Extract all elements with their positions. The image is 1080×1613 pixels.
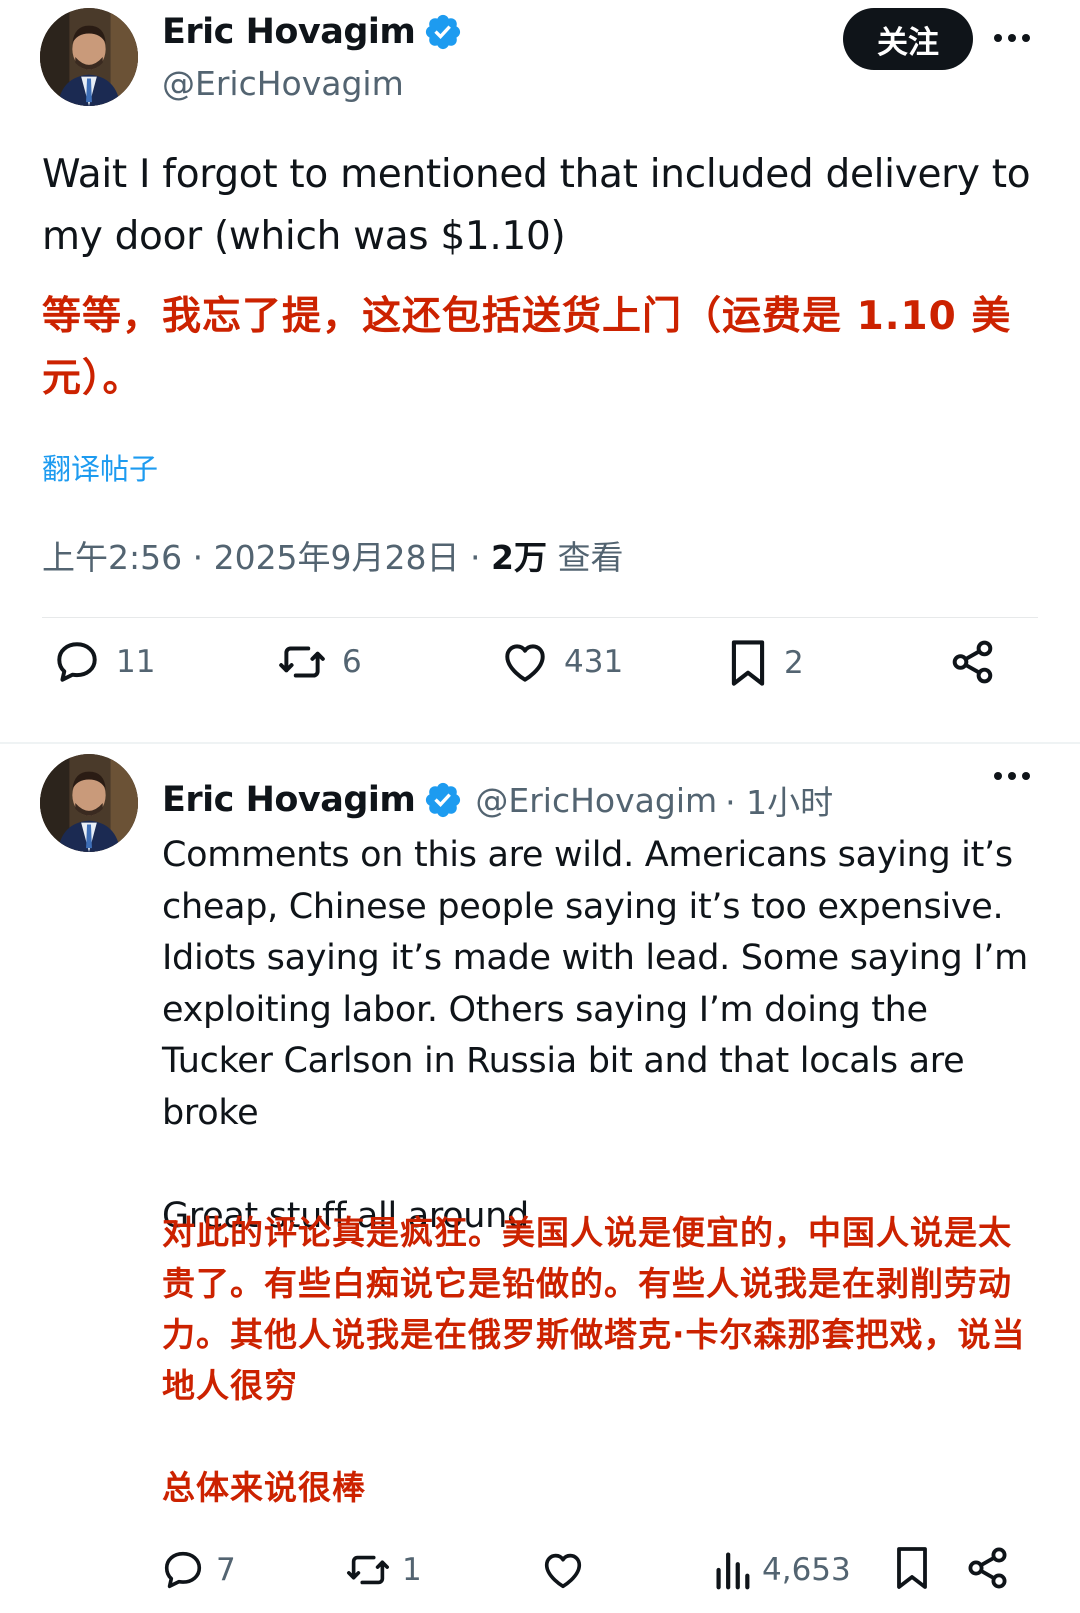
reply-repost-button[interactable]: 1 (344, 1547, 422, 1593)
reply-header: Eric Hovagim @EricHovagim · 1小时 (162, 776, 833, 824)
tweet-meta: 上午2:56 · 2025年9月28日 · 2万 查看 (42, 531, 623, 579)
reply-time-ago[interactable]: · 1小时 (725, 776, 833, 824)
divider (0, 742, 1080, 744)
heart-icon (505, 644, 545, 682)
reply-translation-text: 对此的评论真是疯狂。美国人说是便宜的，中国人说是太贵了。有些白痴说它是铅做的。有… (162, 1213, 1026, 1507)
author-name-row[interactable]: Eric Hovagim (162, 12, 463, 52)
reply-like-button[interactable] (540, 1547, 596, 1593)
divider (42, 617, 1038, 618)
author-avatar[interactable] (40, 8, 138, 106)
more-options-icon[interactable] (990, 28, 1034, 48)
repost-icon (347, 1555, 389, 1585)
tweet-timestamp[interactable]: 上午2:56 · 2025年9月28日 · (42, 538, 491, 577)
views-count: 2万 (491, 538, 547, 577)
heart-icon (544, 1553, 582, 1589)
reply-reply-count: 7 (216, 1552, 236, 1588)
reply-bookmark-button[interactable] (892, 1544, 932, 1592)
reply-button[interactable]: 11 (52, 637, 155, 687)
reply-repost-count: 1 (402, 1552, 422, 1588)
follow-button[interactable]: 关注 (843, 8, 973, 70)
bookmark-icon (731, 640, 765, 686)
repost-count: 6 (342, 644, 362, 680)
author-name[interactable]: Eric Hovagim (162, 12, 416, 52)
reply-author-avatar[interactable] (40, 754, 138, 852)
reply-icon (57, 642, 97, 682)
like-button[interactable]: 431 (500, 637, 623, 687)
reply-views-count: 4,653 (762, 1552, 851, 1588)
reply-author-handle[interactable]: @EricHovagim (475, 781, 717, 820)
reply-views-button[interactable]: 4,653 (712, 1547, 851, 1593)
analytics-icon (716, 1552, 750, 1590)
reply-count: 11 (116, 644, 156, 680)
repost-icon (279, 646, 325, 678)
verified-badge-icon (423, 12, 463, 52)
verified-badge-icon (423, 780, 463, 820)
reply-more-options-icon[interactable] (990, 766, 1034, 786)
author-handle[interactable]: @EricHovagim (162, 64, 404, 103)
like-count: 431 (564, 644, 624, 680)
tweet-translation-text: 等等，我忘了提，这还包括送货上门（运费是 1.10 美元）。 (42, 294, 1012, 401)
share-icon (968, 1547, 1007, 1589)
reply-author-name[interactable]: Eric Hovagim (162, 780, 416, 820)
reply-reply-button[interactable]: 7 (160, 1547, 236, 1593)
tweet-text: Wait I forgot to mentioned that included… (42, 152, 1031, 259)
share-button[interactable] (948, 637, 998, 687)
views-label: 查看 (546, 538, 624, 577)
share-icon (952, 640, 993, 684)
bookmark-button[interactable]: 2 (726, 637, 804, 689)
bookmark-icon (897, 1547, 927, 1589)
reply-text: Comments on this are wild. Americans say… (162, 835, 1028, 1236)
reply-icon (164, 1551, 202, 1589)
repost-button[interactable]: 6 (276, 637, 362, 687)
translate-post-link[interactable]: 翻译帖子 (42, 446, 158, 488)
bookmark-count: 2 (784, 645, 804, 681)
reply-share-button[interactable] (964, 1544, 1012, 1592)
